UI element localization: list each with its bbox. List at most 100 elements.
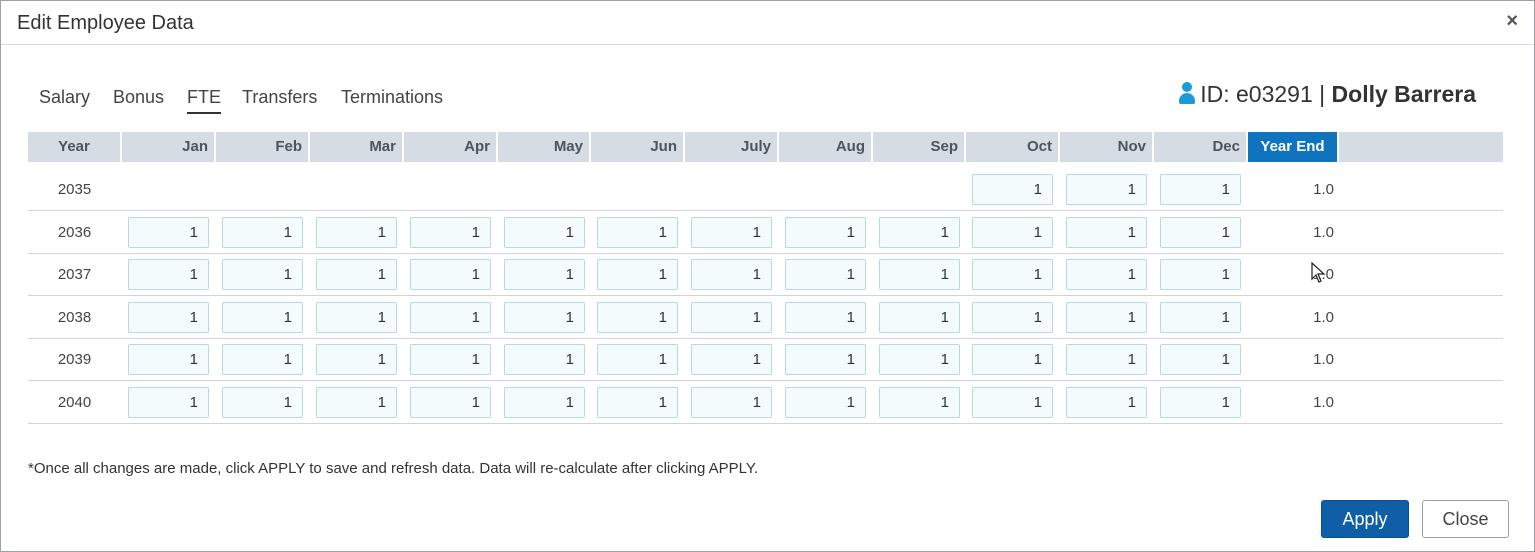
employee-name: Dolly Barrera xyxy=(1331,81,1476,107)
fte-month-input[interactable] xyxy=(222,302,303,333)
fte-month-input[interactable] xyxy=(785,387,866,418)
fte-month-input[interactable] xyxy=(1066,259,1147,290)
fte-month-input[interactable] xyxy=(972,344,1053,375)
fte-month-input[interactable] xyxy=(222,259,303,290)
tab-bonus[interactable]: Bonus xyxy=(113,87,164,112)
column-header: Feb xyxy=(216,132,310,162)
column-header: Aug xyxy=(779,132,873,162)
fte-month-input[interactable] xyxy=(785,217,866,248)
fte-month-input[interactable] xyxy=(972,302,1053,333)
fte-month-input[interactable] xyxy=(410,217,491,248)
fte-month-input[interactable] xyxy=(972,217,1053,248)
table-row: 2035 1.0 xyxy=(28,169,1503,211)
column-header: Year xyxy=(28,132,122,162)
fte-month-input[interactable] xyxy=(410,302,491,333)
table-row: 2040 1.0 xyxy=(28,382,1503,424)
fte-month-input[interactable] xyxy=(1066,387,1147,418)
fte-month-input[interactable] xyxy=(691,302,772,333)
column-header: July xyxy=(685,132,779,162)
fte-month-input[interactable] xyxy=(316,344,397,375)
fte-month-input[interactable] xyxy=(410,259,491,290)
fte-month-input[interactable] xyxy=(128,302,209,333)
fte-month-input[interactable] xyxy=(879,217,960,248)
year-cell: 2035 xyxy=(57,181,92,198)
table-header: Year Jan Feb Mar Apr May Jun July Aug Sep Oct Nov De… xyxy=(28,132,1503,162)
fte-month-input[interactable] xyxy=(597,344,678,375)
fte-month-input[interactable] xyxy=(504,217,585,248)
fte-month-input[interactable] xyxy=(222,344,303,375)
year-cell: 2036 xyxy=(57,224,92,241)
tab-salary[interactable]: Salary xyxy=(39,87,90,112)
fte-month-input[interactable] xyxy=(597,387,678,418)
fte-month-input[interactable] xyxy=(128,387,209,418)
fte-month-input[interactable] xyxy=(597,259,678,290)
fte-month-input[interactable] xyxy=(691,344,772,375)
fte-month-input[interactable] xyxy=(691,217,772,248)
close-button[interactable]: Close xyxy=(1422,500,1509,538)
employee-id-label: ID: e03291 | Dolly Barrera xyxy=(1178,81,1476,108)
column-header: May xyxy=(498,132,591,162)
fte-month-input[interactable] xyxy=(972,387,1053,418)
fte-month-input[interactable] xyxy=(972,259,1053,290)
tab-terminations[interactable]: Terminations xyxy=(341,87,443,112)
fte-month-input[interactable] xyxy=(504,259,585,290)
year-cell: 2037 xyxy=(57,266,92,283)
fte-month-input[interactable] xyxy=(597,217,678,248)
edit-employee-dialog: Edit Employee Data × Salary Bonus FTE Tr… xyxy=(0,0,1535,552)
fte-month-input[interactable] xyxy=(222,217,303,248)
close-icon[interactable]: × xyxy=(1506,10,1518,32)
fte-month-input[interactable] xyxy=(879,302,960,333)
fte-month-input[interactable] xyxy=(1160,217,1241,248)
fte-month-input[interactable] xyxy=(128,344,209,375)
fte-month-input[interactable] xyxy=(410,387,491,418)
fte-month-input[interactable] xyxy=(879,344,960,375)
fte-month-input[interactable] xyxy=(1160,344,1241,375)
fte-month-input[interactable] xyxy=(1160,259,1241,290)
fte-month-input[interactable] xyxy=(691,387,772,418)
apply-button[interactable]: Apply xyxy=(1321,500,1409,538)
fte-month-input[interactable] xyxy=(1160,302,1241,333)
fte-month-input[interactable] xyxy=(597,302,678,333)
fte-month-input[interactable] xyxy=(1066,302,1147,333)
fte-month-input[interactable] xyxy=(504,387,585,418)
footnote-text: *Once all changes are made, click APPLY … xyxy=(28,460,759,477)
table-row: 2036 1.0 xyxy=(28,212,1503,254)
year-end-value: 1.0 xyxy=(1313,351,1334,368)
fte-month-input[interactable] xyxy=(222,387,303,418)
fte-month-input[interactable] xyxy=(410,344,491,375)
fte-month-input[interactable] xyxy=(1160,387,1241,418)
year-cell: 2039 xyxy=(57,351,92,368)
fte-month-input[interactable] xyxy=(316,302,397,333)
fte-month-input[interactable] xyxy=(1066,174,1147,205)
fte-month-input[interactable] xyxy=(785,302,866,333)
fte-month-input[interactable] xyxy=(691,259,772,290)
year-end-value: 1.0 xyxy=(1313,309,1334,326)
fte-month-input[interactable] xyxy=(504,344,585,375)
fte-month-input[interactable] xyxy=(972,174,1053,205)
column-header: Jan xyxy=(122,132,216,162)
fte-month-input[interactable] xyxy=(1066,344,1147,375)
column-header: Dec xyxy=(1154,132,1248,162)
employee-id-text: ID: e03291 | xyxy=(1200,81,1332,107)
fte-month-input[interactable] xyxy=(879,259,960,290)
dialog-titlebar: Edit Employee Data × xyxy=(1,1,1534,45)
fte-month-input[interactable] xyxy=(128,217,209,248)
fte-month-input[interactable] xyxy=(504,302,585,333)
fte-month-input[interactable] xyxy=(1066,217,1147,248)
fte-month-input[interactable] xyxy=(316,387,397,418)
table-row: 2039 1.0 xyxy=(28,339,1503,381)
fte-month-input[interactable] xyxy=(316,217,397,248)
year-end-value: 1.0 xyxy=(1313,394,1334,411)
fte-month-input[interactable] xyxy=(785,344,866,375)
dialog-title: Edit Employee Data xyxy=(17,12,194,34)
mouse-cursor-icon xyxy=(1311,262,1326,283)
fte-month-input[interactable] xyxy=(879,387,960,418)
column-header: Nov xyxy=(1060,132,1154,162)
fte-month-input[interactable] xyxy=(785,259,866,290)
tab-fte[interactable]: FTE xyxy=(187,87,221,114)
fte-month-input[interactable] xyxy=(1160,174,1241,205)
fte-month-input[interactable] xyxy=(128,259,209,290)
tab-transfers[interactable]: Transfers xyxy=(242,87,317,112)
fte-month-input[interactable] xyxy=(316,259,397,290)
table-row: 2038 1.0 xyxy=(28,297,1503,339)
